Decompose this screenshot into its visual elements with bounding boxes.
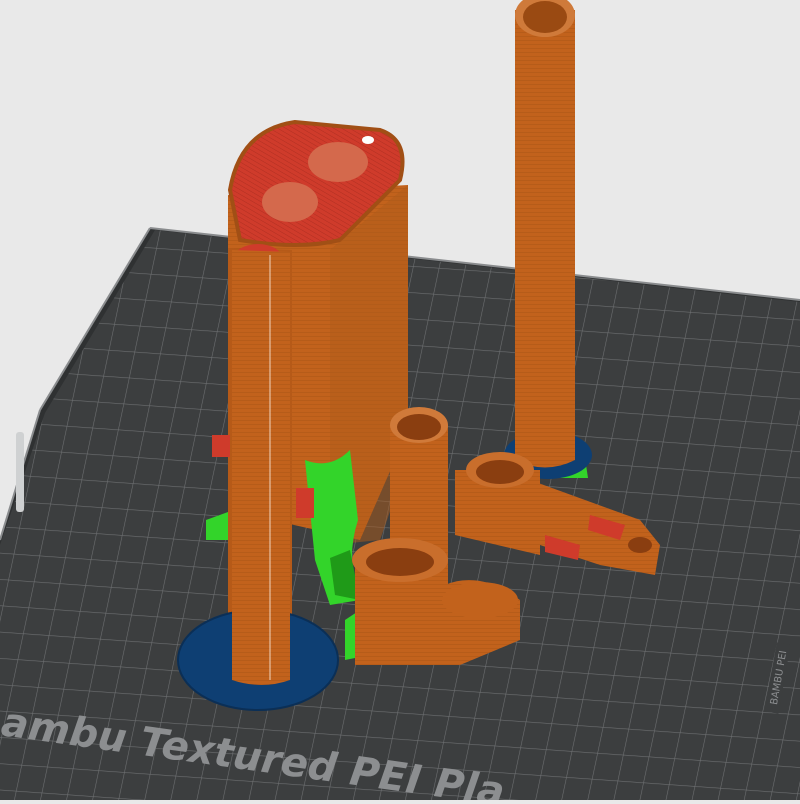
3d-viewport[interactable]: ambu Textured PEI Pla BAMBU PEI (0, 0, 800, 804)
top-surface-patch (212, 435, 230, 457)
plate-handle-notch (16, 432, 24, 512)
tall-tube-model[interactable] (515, 0, 575, 468)
top-surface-patch (296, 488, 314, 518)
